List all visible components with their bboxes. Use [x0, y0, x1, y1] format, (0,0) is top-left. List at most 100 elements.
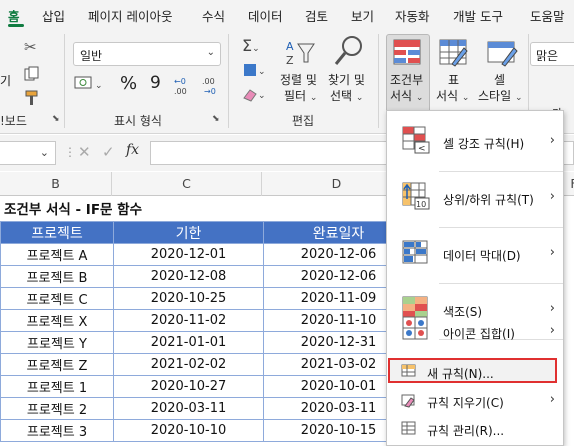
cell-project[interactable]: 프로젝트 Z	[0, 353, 114, 376]
cell-due-date[interactable]: 2020-12-01	[113, 243, 264, 266]
more-icon: ⋮	[64, 145, 76, 159]
group-separator	[378, 34, 379, 128]
tab-help[interactable]: 도움말	[530, 6, 565, 25]
dialog-launcher-icon[interactable]: ⬊	[52, 114, 60, 124]
chevron-down-icon: ⌄	[39, 146, 49, 159]
clear-icon[interactable]: ⌄	[242, 86, 266, 107]
decrease-decimal-icon[interactable]: .00 →0	[200, 74, 222, 99]
svg-text:.00: .00	[174, 87, 187, 96]
data-bars-icon	[401, 239, 431, 270]
menu-item-data-bars[interactable]: 데이터 막대(D) ›	[387, 229, 565, 279]
format-as-table-label-1[interactable]: 표	[448, 73, 459, 88]
header-due-date[interactable]: 기한	[113, 221, 264, 244]
menu-label: 상위/하위 규칙(T)	[443, 193, 534, 207]
sort-filter-label-2[interactable]: 필터 ⌄	[284, 89, 317, 106]
menu-item-manage-rules[interactable]: 규칙 관리(R)...	[387, 417, 565, 439]
enter-icon[interactable]: ✓	[102, 143, 115, 161]
cell-project[interactable]: 프로젝트 Y	[0, 331, 114, 354]
menu-item-top-bottom-rules[interactable]: 10 상위/하위 규칙(T) ›	[387, 173, 565, 223]
paste-label[interactable]: 기	[0, 74, 11, 89]
format-as-table-icon[interactable]	[438, 38, 470, 71]
column-header-f[interactable]: F	[564, 172, 574, 196]
tab-home[interactable]: 홈	[8, 6, 20, 25]
insert-function-icon[interactable]: fx	[126, 142, 139, 158]
cell-project[interactable]: 프로젝트 2	[0, 397, 114, 420]
active-tab-indicator	[8, 24, 24, 27]
cell-due-date[interactable]: 2020-12-08	[113, 265, 264, 288]
format-as-table-label-2[interactable]: 서식 ⌄	[436, 89, 469, 106]
menu-item-icon-sets[interactable]: 아이콘 집합(I) ›	[387, 307, 565, 355]
find-select-icon[interactable]	[332, 34, 364, 71]
number-format-dropdown[interactable]: 일반 ⌄	[73, 42, 221, 66]
menu-label: 셀 강조 규칙(H)	[443, 137, 525, 151]
font-name-value: 맑은	[536, 49, 559, 63]
tab-developer[interactable]: 개발 도구	[453, 6, 503, 25]
name-box[interactable]: ⌄	[0, 141, 56, 165]
table-row: 프로젝트 Y 2021-01-01 2020-12-31	[0, 331, 414, 354]
dialog-launcher-icon[interactable]: ⬊	[212, 114, 220, 124]
copy-icon[interactable]	[24, 66, 40, 85]
chevron-right-icon: ›	[549, 189, 555, 204]
cell-due-date[interactable]: 2020-03-11	[113, 397, 264, 420]
tab-review[interactable]: 검토	[305, 6, 328, 25]
find-select-label-2[interactable]: 선택 ⌄	[330, 89, 363, 106]
cell-project[interactable]: 프로젝트 X	[0, 309, 114, 332]
conditional-formatting-icon	[392, 38, 424, 71]
table-row: 프로젝트 2 2020-03-11 2020-03-11	[0, 397, 414, 420]
comma-style-button[interactable]: 9	[150, 75, 161, 92]
find-select-label-1[interactable]: 찾기 및	[328, 73, 365, 88]
cut-icon[interactable]: ✂	[24, 38, 37, 56]
menu-item-clear-rules[interactable]: 규칙 지우기(C) ›	[387, 389, 565, 411]
tab-view[interactable]: 보기	[351, 6, 374, 25]
cell-project[interactable]: 프로젝트 3	[0, 419, 114, 442]
chevron-right-icon: ›	[549, 392, 555, 407]
tab-automate[interactable]: 자동화	[395, 6, 430, 25]
font-name-dropdown[interactable]: 맑은	[530, 42, 574, 66]
menu-item-highlight-cells-rules[interactable]: < 셀 강조 규칙(H) ›	[387, 117, 565, 167]
menu-label: 규칙 관리(R)...	[427, 424, 505, 438]
tab-data[interactable]: 데이터	[248, 6, 283, 25]
tab-formulas[interactable]: 수식	[202, 6, 225, 25]
cell-styles-label-2[interactable]: 스타일 ⌄	[478, 89, 523, 106]
autosum-icon[interactable]: Σ⌄	[242, 36, 260, 55]
table-row: 프로젝트 B 2020-12-08 2020-12-06	[0, 265, 414, 288]
svg-text:Z: Z	[286, 54, 294, 67]
sort-filter-icon[interactable]: AZ	[284, 36, 316, 71]
svg-text:→0: →0	[204, 87, 216, 96]
menu-label: 규칙 지우기(C)	[427, 396, 504, 410]
sort-filter-label-1[interactable]: 정렬 및	[280, 73, 317, 88]
cell-styles-label-1[interactable]: 셀	[494, 73, 505, 88]
cell-due-date[interactable]: 2020-10-27	[113, 375, 264, 398]
cancel-icon[interactable]: ✕	[78, 143, 91, 161]
tab-insert[interactable]: 삽입	[42, 6, 65, 25]
clear-rules-icon	[401, 392, 417, 411]
header-project[interactable]: 프로젝트	[0, 221, 114, 244]
fill-icon[interactable]: ⌄	[242, 62, 266, 83]
svg-text:⌄: ⌄	[258, 91, 266, 101]
cell-due-date[interactable]: 2020-10-25	[113, 287, 264, 310]
tab-page-layout[interactable]: 페이지 레이아웃	[88, 6, 172, 25]
cell-due-date[interactable]: 2021-01-01	[113, 331, 264, 354]
percent-style-button[interactable]: %	[120, 75, 137, 93]
cell-styles-icon[interactable]	[486, 38, 520, 71]
table-row: 프로젝트 X 2020-11-02 2020-11-10	[0, 309, 414, 332]
format-painter-icon[interactable]	[24, 90, 40, 109]
column-header-b[interactable]: B	[0, 172, 112, 196]
cell-project[interactable]: 프로젝트 1	[0, 375, 114, 398]
cell-due-date[interactable]: 2020-10-10	[113, 419, 264, 442]
currency-format-icon[interactable]: ⌄	[74, 74, 104, 97]
cell-project[interactable]: 프로젝트 A	[0, 243, 114, 266]
column-header-c[interactable]: C	[112, 172, 262, 196]
menu-label: 새 규칙(N)...	[427, 367, 494, 381]
icon-sets-icon	[401, 315, 431, 346]
svg-text:10: 10	[416, 200, 426, 209]
increase-decimal-icon[interactable]: ←0.00	[172, 74, 192, 99]
cell-project[interactable]: 프로젝트 B	[0, 265, 114, 288]
menu-item-new-rule[interactable]: 새 규칙(N)...	[387, 360, 565, 382]
cell-due-date[interactable]: 2020-11-02	[113, 309, 264, 332]
table-row: 프로젝트 C 2020-10-25 2020-11-09	[0, 287, 414, 310]
sheet-title[interactable]: 조건부 서식 - IF문 함수	[4, 198, 142, 218]
top-bottom-icon: 10	[401, 181, 431, 214]
cell-due-date[interactable]: 2021-02-02	[113, 353, 264, 376]
cell-project[interactable]: 프로젝트 C	[0, 287, 114, 310]
